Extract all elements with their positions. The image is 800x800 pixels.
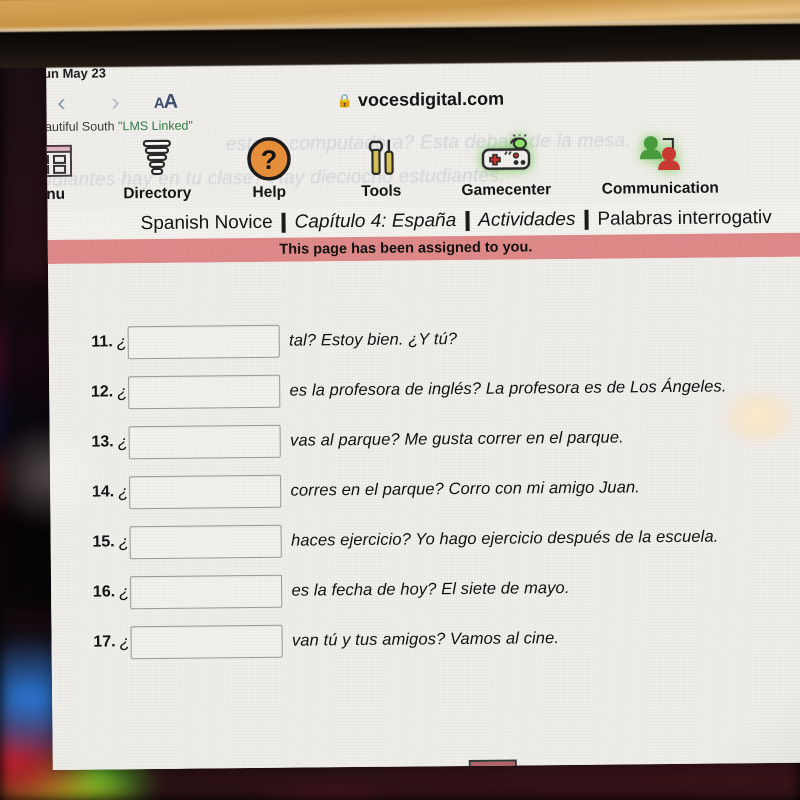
inverted-question-mark: ¿ (118, 482, 129, 502)
inverted-question-mark: ¿ (119, 582, 130, 602)
breadcrumb-item-activities[interactable]: Actividades (469, 209, 584, 232)
tools-wrench-screwdriver-icon (325, 134, 437, 181)
toolbar-item-communication[interactable]: Communication (575, 131, 746, 199)
menu-grid-icon (46, 137, 101, 184)
answer-input-15[interactable] (129, 524, 283, 559)
gamepad-icon (437, 133, 575, 180)
question-number: 12. (90, 383, 114, 401)
toolbar-label-tools: Tools (361, 182, 402, 200)
toolbar-item-tools[interactable]: Tools (325, 134, 438, 201)
answer-input-17[interactable] (130, 624, 284, 659)
photo-scene: AM Sun May 23 ne ‹ › AA 🔒 vocesdigital.c… (0, 0, 800, 800)
question-row-13: 13. ¿ vas al parque? Me gusta correr en … (79, 413, 800, 466)
toolbar-item-help[interactable]: ? Help (213, 135, 326, 202)
lock-icon: 🔒 (336, 92, 354, 108)
toolbar-label-menu: enu (46, 185, 66, 204)
question-row-16: 16. ¿ es la fecha de hoy? El siete de ma… (81, 563, 800, 616)
question-text: tal? Estoy bien. ¿Y tú? (289, 329, 458, 350)
question-number: 11. (91, 333, 113, 351)
breadcrumb-item-course[interactable]: Spanish Novice (131, 212, 281, 235)
toolbar-item-gamecenter[interactable]: Gamecenter (437, 133, 576, 200)
toolbar-label-directory: Directory (123, 184, 192, 203)
question-number: 17. (93, 633, 116, 651)
question-number: 16. (92, 583, 116, 601)
tablet-screen: AM Sun May 23 ne ‹ › AA 🔒 vocesdigital.c… (46, 50, 800, 770)
inverted-question-mark: ¿ (117, 382, 128, 402)
help-question-icon: ? (213, 135, 325, 182)
answer-input-16[interactable] (130, 574, 283, 609)
two-people-icon (575, 131, 745, 179)
answer-input-11[interactable] (127, 324, 281, 359)
inverted-question-mark: ¿ (117, 432, 129, 452)
question-number: 14. (91, 483, 115, 501)
app-toolbar: enu Directory ? Help Tools Gamecenter Co… (46, 124, 800, 204)
question-row-15: 15. ¿ haces ejercicio? Yo hago ejercicio… (80, 513, 800, 566)
svg-text:?: ? (261, 145, 278, 175)
question-text: es la fecha de hoy? El siete de mayo. (291, 578, 570, 600)
answer-input-14[interactable] (129, 474, 282, 509)
answer-input-13[interactable] (128, 424, 282, 459)
toolbar-item-menu[interactable]: enu (46, 137, 101, 204)
question-number: 13. (91, 433, 114, 451)
answer-input-12[interactable] (128, 374, 281, 409)
assigned-notice-text: This page has been assigned to you. (279, 239, 533, 258)
toolbar-label-help: Help (252, 183, 287, 202)
question-text: van tú y tus amigos? Vamos al cine. (291, 628, 560, 650)
question-text: corres en el parque? Corro con mi amigo … (290, 477, 640, 500)
toolbar-label-communication: Communication (601, 179, 719, 198)
toolbar-label-gamecenter: Gamecenter (461, 181, 552, 200)
inverted-question-mark: ¿ (116, 332, 128, 352)
question-row-11: 11. ¿ tal? Estoy bien. ¿Y tú? (79, 313, 800, 366)
breadcrumb-item-page[interactable]: Palabras interrogativ (588, 207, 780, 231)
worksheet: 11. ¿ tal? Estoy bien. ¿Y tú? 12. ¿ es l… (47, 256, 800, 770)
question-row-17: 17. ¿ van tú y tus amigos? Vamos al cine… (81, 613, 800, 666)
directory-funnel-icon (101, 136, 213, 183)
question-text: haces ejercicio? Yo hago ejercicio despu… (290, 527, 719, 550)
question-text: es la profesora de inglés? La profesora … (289, 376, 727, 400)
breadcrumb-item-chapter[interactable]: Capítulo 4: España (286, 210, 466, 234)
question-row-14: 14. ¿ corres en el parque? Corro con mi … (80, 463, 800, 516)
address-bar[interactable]: 🔒 vocesdigital.com (46, 85, 800, 114)
question-row-12: 12. ¿ es la profesora de inglés? La prof… (79, 363, 800, 416)
inverted-question-mark: ¿ (118, 532, 130, 552)
question-number: 15. (92, 533, 115, 551)
question-text: vas al parque? Me gusta correr en el par… (289, 427, 624, 450)
inverted-question-mark: ¿ (119, 632, 131, 652)
url-text: vocesdigital.com (357, 88, 505, 110)
toolbar-item-directory[interactable]: Directory (101, 136, 214, 203)
